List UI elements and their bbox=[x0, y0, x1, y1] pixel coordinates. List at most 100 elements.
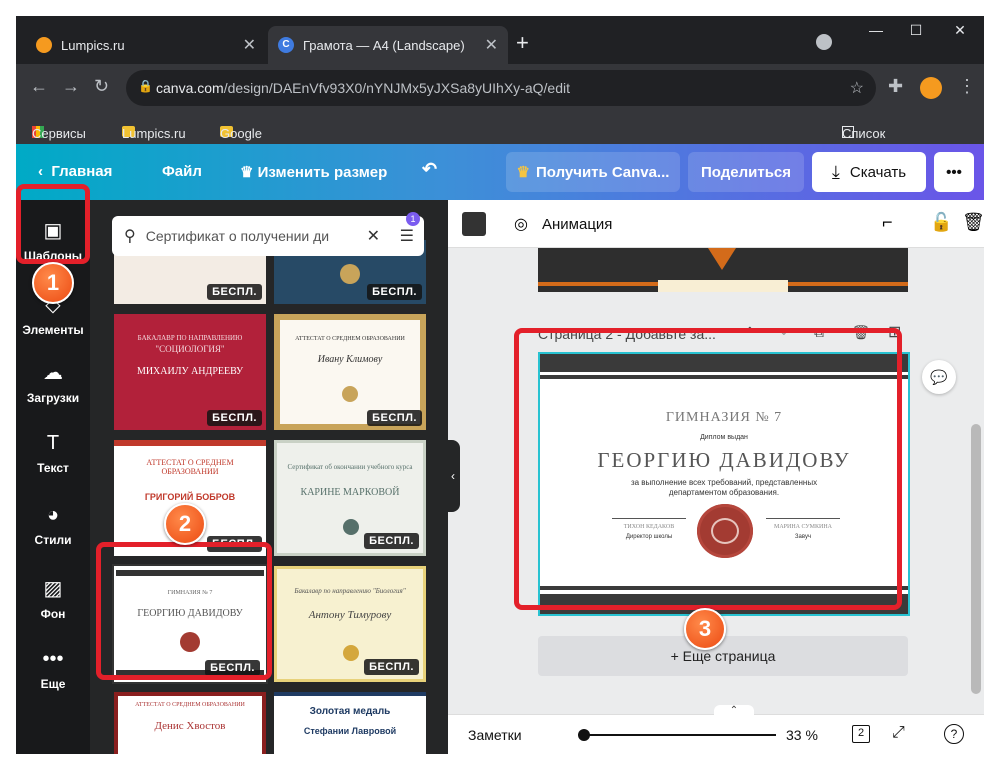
template-text: Сертификат об окончании учебного курса bbox=[287, 463, 413, 471]
pages-count[interactable]: 2 bbox=[852, 725, 870, 743]
star-icon[interactable]: ☆ bbox=[850, 78, 864, 98]
new-tab-button[interactable]: + bbox=[516, 30, 529, 56]
template-text: Бакалавр по направлению "Биология" bbox=[294, 587, 406, 595]
template-name: Ивану Климову bbox=[317, 354, 383, 365]
crown-icon: ♛ bbox=[516, 164, 530, 181]
browser-window: Lumpics.ru ✕ C Грамота — A4 (Landscape) … bbox=[16, 16, 984, 754]
template-thumbnail[interactable]: Сертификат об окончании учебного курса К… bbox=[274, 440, 426, 556]
template-name: Антону Тимурову bbox=[308, 609, 392, 621]
home-link[interactable]: ‹ Главная bbox=[38, 163, 112, 180]
seal-icon bbox=[342, 386, 358, 402]
more-button[interactable]: ••• bbox=[934, 152, 974, 192]
canva-favicon-icon: C bbox=[278, 37, 294, 53]
expand-icon[interactable]: ⌃ bbox=[714, 705, 754, 717]
highlight-templates bbox=[16, 184, 90, 264]
template-name: Стефании Лавровой bbox=[303, 726, 397, 736]
template-name: Денис Хвостов bbox=[154, 720, 226, 732]
free-badge: БЕСПЛ. bbox=[364, 533, 419, 549]
add-page-button[interactable]: + Еще страница bbox=[538, 636, 908, 676]
close-tab-icon[interactable]: ✕ bbox=[243, 35, 256, 55]
comment-icon[interactable]: 💬 bbox=[922, 360, 956, 394]
highlight-page bbox=[514, 328, 902, 610]
help-button[interactable]: ? bbox=[944, 724, 964, 744]
back-icon[interactable]: ← bbox=[30, 76, 48, 97]
tab-bar: Lumpics.ru ✕ C Грамота — A4 (Landscape) … bbox=[16, 16, 984, 64]
filter-icon[interactable]: ☰ bbox=[400, 226, 414, 246]
resize-button[interactable]: ♛ Изменить размер bbox=[240, 163, 387, 181]
minimize-icon[interactable]: — bbox=[856, 22, 896, 38]
zoom-slider-handle[interactable] bbox=[578, 729, 590, 741]
template-text: АТТЕСТАТ О СРЕДНЕМ ОБРАЗОВАНИИ bbox=[295, 336, 405, 342]
free-badge: БЕСПЛ. bbox=[207, 284, 262, 300]
get-pro-button[interactable]: ♛ Получить Canva... bbox=[506, 152, 680, 192]
template-text: Золотая медаль bbox=[309, 706, 391, 717]
tab-canva[interactable]: C Грамота — A4 (Landscape) ✕ bbox=[268, 26, 508, 64]
menu-icon[interactable]: ⋮ bbox=[958, 76, 976, 97]
bookmarks-bar: Сервисы Lumpics.ru Google Список для чте… bbox=[16, 112, 984, 171]
download-button[interactable]: ⤓ Скачать bbox=[812, 152, 926, 192]
filter-count-badge: 1 bbox=[406, 212, 420, 226]
highlight-template bbox=[96, 542, 272, 680]
animation-button[interactable]: Анимация bbox=[542, 216, 612, 233]
template-text: БАКАЛАВР ПО НАПРАВЛЕНИЮ bbox=[137, 334, 243, 342]
tab-search-icon[interactable] bbox=[816, 34, 832, 50]
template-name: КАРИНЕ МАРКОВОЙ bbox=[300, 487, 400, 498]
sidebar-item-more[interactable]: ••• Еще bbox=[16, 648, 90, 691]
template-thumbnail[interactable]: Бакалавр по направлению "Биология" Антон… bbox=[274, 566, 426, 682]
sidebar-item-styles[interactable]: ◕ Стили bbox=[16, 504, 90, 547]
seal-icon bbox=[343, 519, 359, 535]
clear-search-icon[interactable]: ✕ bbox=[367, 226, 380, 246]
free-badge: БЕСПЛ. bbox=[364, 659, 419, 675]
color-swatch[interactable] bbox=[462, 212, 486, 236]
sidebar-item-background[interactable]: ▨ Фон bbox=[16, 576, 90, 621]
editor-toolbar: ◎ Анимация ⌐ 🔓 🗑 bbox=[448, 200, 984, 248]
tab-title: Lumpics.ru bbox=[61, 37, 125, 53]
close-window-icon[interactable]: ✕ bbox=[940, 22, 980, 39]
maximize-icon[interactable]: ☐ bbox=[896, 22, 936, 39]
fullscreen-icon[interactable]: ⤢ bbox=[892, 724, 905, 742]
share-button[interactable]: Поделиться bbox=[688, 152, 804, 192]
lumpics-favicon-icon bbox=[36, 37, 52, 53]
address-bar: ← → ↻ 🔒 canva.com/design/DAEnVfv93X0/nYN… bbox=[16, 64, 984, 112]
extensions-icon[interactable]: ✚ bbox=[888, 76, 903, 97]
seal-icon bbox=[343, 645, 359, 661]
paint-format-icon[interactable]: ⌐ bbox=[882, 212, 893, 233]
upload-icon: ☁ bbox=[43, 362, 63, 384]
url-field[interactable]: 🔒 canva.com/design/DAEnVfv93X0/nYNJMx5yJ… bbox=[126, 70, 876, 106]
text-icon: T bbox=[46, 432, 60, 454]
undo-icon[interactable]: ↶ bbox=[422, 159, 437, 180]
close-tab-icon[interactable]: ✕ bbox=[485, 35, 498, 55]
page-1[interactable] bbox=[538, 248, 908, 292]
tab-lumpics[interactable]: Lumpics.ru ✕ bbox=[26, 26, 266, 64]
notes-button[interactable]: Заметки bbox=[468, 727, 522, 743]
template-name: МИХАИЛУ АНДРЕЕВУ bbox=[136, 366, 244, 377]
file-menu[interactable]: Файл bbox=[162, 163, 202, 180]
template-search: ⚲ Сертификат о получении ди ✕ ☰ 1 bbox=[112, 212, 424, 256]
sidebar-item-uploads[interactable]: ☁ Загрузки bbox=[16, 360, 90, 405]
profile-avatar[interactable] bbox=[920, 77, 942, 99]
template-thumbnail[interactable]: АТТЕСТАТ О СРЕДНЕМ ОБРАЗОВАНИИ Денис Хво… bbox=[114, 692, 266, 754]
zoom-level[interactable]: 33 % bbox=[786, 727, 818, 743]
template-name: ГРИГОРИЙ БОБРОВ bbox=[144, 492, 236, 502]
template-thumbnail[interactable]: Золотая медаль Стефании Лавровой bbox=[274, 692, 426, 754]
delete-icon[interactable]: 🗑 bbox=[962, 212, 984, 233]
template-text: АТТЕСТАТ О СРЕДНЕМ ОБРАЗОВАНИИ bbox=[135, 702, 245, 708]
zoom-slider[interactable] bbox=[584, 734, 776, 736]
search-icon: ⚲ bbox=[124, 228, 136, 245]
tab-title: Грамота — A4 (Landscape) bbox=[303, 37, 465, 53]
reload-icon[interactable]: ↻ bbox=[94, 76, 109, 97]
lock-icon[interactable]: 🔓 bbox=[930, 212, 952, 233]
search-input[interactable]: Сертификат о получении ди bbox=[146, 228, 329, 244]
scrollbar[interactable] bbox=[971, 424, 981, 694]
download-icon: ⤓ bbox=[831, 161, 840, 182]
url-path: /design/DAEnVfv93X0/nYNJMx5yJXSa8yUIhXy-… bbox=[223, 80, 570, 96]
palette-icon: ◕ bbox=[46, 504, 60, 526]
template-thumbnail[interactable]: АТТЕСТАТ О СРЕДНЕМ ОБРАЗОВАНИИ Ивану Кли… bbox=[274, 314, 426, 430]
forward-icon[interactable]: → bbox=[62, 76, 80, 97]
editor-footer: ⌃ Заметки 33 % 2 ⤢ ? bbox=[448, 705, 984, 754]
animation-icon: ◎ bbox=[514, 216, 528, 233]
collapse-panel-handle[interactable]: ‹ bbox=[446, 440, 460, 512]
sidebar-item-text[interactable]: T Текст bbox=[16, 432, 90, 475]
template-thumbnail[interactable]: БАКАЛАВР ПО НАПРАВЛЕНИЮ "СОЦИОЛОГИЯ" МИХ… bbox=[114, 314, 266, 430]
template-text: АТТЕСТАТ О СРЕДНЕМ ОБРАЗОВАНИИ bbox=[146, 458, 234, 476]
